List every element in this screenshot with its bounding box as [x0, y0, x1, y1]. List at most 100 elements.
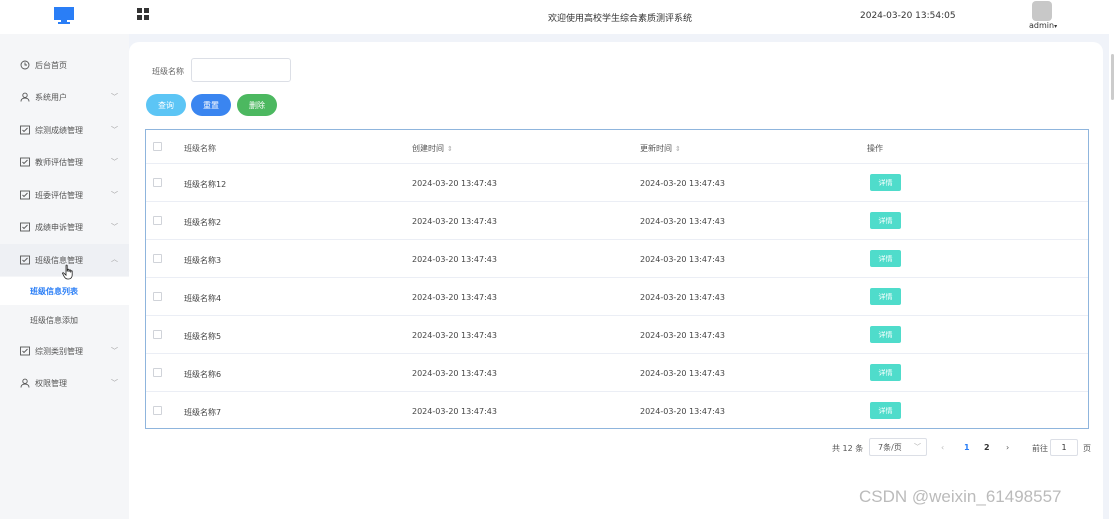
sidebar-item-teacher-eval[interactable]: 教师评估管理 ﹀	[0, 147, 129, 177]
detail-button[interactable]: 详情	[870, 326, 901, 343]
sidebar-item-category-mgmt[interactable]: 综测类别管理 ﹀	[0, 336, 129, 366]
cell-created: 2024-03-20 13:47:43	[412, 407, 497, 416]
main-content: 班级名称 查询 重置 删除 班级名称 创建时间 ⇕ 更新时间 ⇕ 操作 班级名称12…	[129, 42, 1103, 519]
row-checkbox[interactable]	[153, 254, 162, 263]
page-scrollbar[interactable]	[1109, 34, 1117, 519]
pagination-total: 共 12 条	[832, 444, 864, 453]
chevron-down-icon: ﹀	[111, 158, 118, 166]
sidebar-item-label: 班委评估管理	[35, 190, 83, 200]
hand-cursor-icon	[62, 264, 73, 280]
goto-label: 前往	[1032, 444, 1048, 453]
chevron-down-icon: ﹀	[111, 347, 118, 355]
sidebar-subitem-label: 班级信息列表	[30, 286, 78, 296]
table-row: 班级名称4 2024-03-20 13:47:43 2024-03-20 13:47…	[146, 278, 1088, 316]
form-icon	[20, 125, 30, 135]
cell-updated: 2024-03-20 13:47:43	[640, 293, 725, 302]
sidebar-item-label: 综测类别管理	[35, 346, 83, 356]
cell-created: 2024-03-20 13:47:43	[412, 217, 497, 226]
page-size-select[interactable]: 7条/页 ﹀	[869, 438, 927, 456]
cell-name: 班级名称5	[184, 332, 222, 341]
sidebar-subitem-class-list[interactable]: 班级信息列表	[0, 277, 129, 305]
form-icon	[20, 157, 30, 167]
form-icon	[20, 255, 30, 265]
detail-button[interactable]: 详情	[870, 250, 901, 267]
class-name-input[interactable]	[191, 58, 291, 82]
chevron-up-icon: ︿	[111, 255, 118, 263]
chevron-down-icon: ﹀	[111, 191, 118, 199]
chevron-down-icon: ﹀	[111, 223, 118, 231]
user-menu[interactable]: admin▾	[1029, 21, 1057, 30]
select-all-checkbox[interactable]	[153, 142, 162, 151]
sidebar-item-permission-mgmt[interactable]: 权限管理 ﹀	[0, 368, 129, 398]
table-row: 班级名称12 2024-03-20 13:47:43 2024-03-20 13:4…	[146, 164, 1088, 202]
chevron-down-icon: ﹀	[914, 443, 921, 451]
reset-button[interactable]: 重置	[191, 94, 231, 116]
col-header-updated[interactable]: 更新时间 ⇕	[640, 143, 681, 154]
prev-page-button[interactable]: ‹	[941, 443, 944, 459]
sidebar-subitem-class-add[interactable]: 班级信息添加	[0, 306, 129, 334]
scrollbar-thumb[interactable]	[1111, 54, 1114, 100]
search-button[interactable]: 查询	[146, 94, 186, 116]
sidebar-item-appeal-mgmt[interactable]: 成绩申诉管理 ﹀	[0, 212, 129, 242]
detail-button[interactable]: 详情	[870, 364, 901, 381]
detail-button[interactable]: 详情	[870, 212, 901, 229]
detail-button[interactable]: 详情	[870, 402, 901, 419]
cell-updated: 2024-03-20 13:47:43	[640, 255, 725, 264]
row-checkbox[interactable]	[153, 406, 162, 415]
cell-created: 2024-03-20 13:47:43	[412, 293, 497, 302]
chevron-down-icon: ﹀	[111, 379, 118, 387]
sidebar-item-label: 系统用户	[35, 92, 67, 102]
sidebar-item-label: 权限管理	[35, 378, 67, 388]
sidebar-item-score-mgmt[interactable]: 综测成绩管理 ﹀	[0, 115, 129, 145]
table-row: 班级名称6 2024-03-20 13:47:43 2024-03-20 13:47…	[146, 354, 1088, 392]
cell-name: 班级名称12	[184, 180, 227, 189]
page-1-button[interactable]: 1	[964, 443, 970, 459]
table-row: 班级名称2 2024-03-20 13:47:43 2024-03-20 13:47…	[146, 202, 1088, 240]
page-size-value: 7条/页	[878, 443, 902, 452]
cell-name: 班级名称6	[184, 370, 222, 379]
grid-icon[interactable]	[137, 8, 149, 20]
col-header-created[interactable]: 创建时间 ⇕	[412, 143, 453, 154]
detail-button[interactable]: 详情	[870, 288, 901, 305]
sort-icon[interactable]: ⇕	[675, 145, 681, 153]
avatar[interactable]	[1032, 1, 1052, 21]
sort-icon[interactable]: ⇕	[447, 145, 453, 153]
next-page-button[interactable]: ›	[1006, 443, 1009, 459]
sidebar-item-label: 后台首页	[35, 60, 67, 70]
clock-icon	[20, 60, 30, 70]
cell-name: 班级名称2	[184, 218, 222, 227]
chevron-down-icon: ﹀	[111, 93, 118, 101]
detail-button[interactable]: 详情	[870, 174, 901, 191]
row-checkbox[interactable]	[153, 368, 162, 377]
sidebar-item-label: 成绩申诉管理	[35, 222, 83, 232]
table-row: 班级名称3 2024-03-20 13:47:43 2024-03-20 13:47…	[146, 240, 1088, 278]
row-checkbox[interactable]	[153, 178, 162, 187]
table-header: 班级名称 创建时间 ⇕ 更新时间 ⇕ 操作	[146, 130, 1088, 164]
cell-updated: 2024-03-20 13:47:43	[640, 179, 725, 188]
page-2-button[interactable]: 2	[984, 443, 990, 459]
sidebar-item-system-users[interactable]: 系统用户 ﹀	[0, 82, 129, 112]
monitor-icon[interactable]	[54, 7, 74, 24]
sidebar-item-home[interactable]: 后台首页	[0, 50, 129, 80]
cell-created: 2024-03-20 13:47:43	[412, 331, 497, 340]
user-icon	[20, 92, 30, 102]
cell-created: 2024-03-20 13:47:43	[412, 179, 497, 188]
caret-down-icon: ▾	[1054, 23, 1058, 30]
col-header-name: 班级名称	[184, 144, 216, 153]
delete-button[interactable]: 删除	[237, 94, 277, 116]
row-checkbox[interactable]	[153, 216, 162, 225]
cell-created: 2024-03-20 13:47:43	[412, 369, 497, 378]
table-row: 班级名称5 2024-03-20 13:47:43 2024-03-20 13:47…	[146, 316, 1088, 354]
cell-name: 班级名称3	[184, 256, 222, 265]
row-checkbox[interactable]	[153, 292, 162, 301]
cell-name: 班级名称7	[184, 408, 222, 417]
row-checkbox[interactable]	[153, 330, 162, 339]
sidebar-item-committee-eval[interactable]: 班委评估管理 ﹀	[0, 180, 129, 210]
page-jump-input[interactable]: 1	[1050, 439, 1078, 456]
system-title: 欢迎使用高校学生综合素质测评系统	[548, 14, 693, 24]
form-icon	[20, 190, 30, 200]
col-header-updated-label: 更新时间	[640, 144, 672, 153]
cell-created: 2024-03-20 13:47:43	[412, 255, 497, 264]
watermark: CSDN @weixin_61498557	[859, 487, 1062, 506]
chevron-down-icon: ﹀	[111, 126, 118, 134]
